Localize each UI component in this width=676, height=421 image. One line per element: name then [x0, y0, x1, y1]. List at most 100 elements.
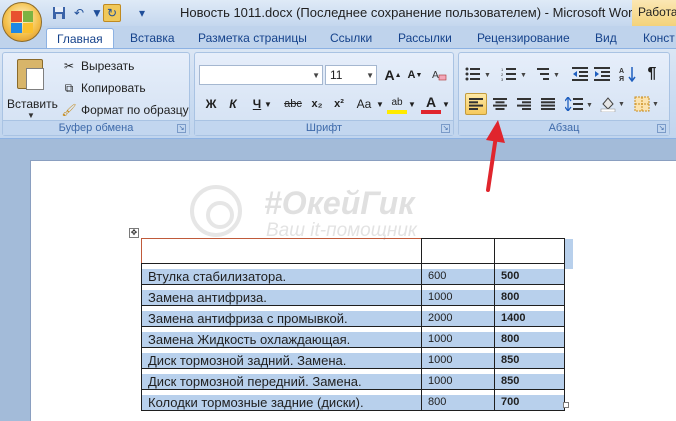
clipboard-launcher-icon[interactable]: ↘ [177, 124, 186, 133]
table-cell[interactable]: 1000 [421, 284, 495, 306]
tab-design[interactable]: Конст [643, 28, 675, 48]
table-cell[interactable]: 800 [421, 389, 495, 411]
paste-label: Вставить [7, 97, 58, 111]
tab-mailings[interactable]: Рассылки [398, 28, 452, 48]
office-button[interactable] [2, 2, 42, 42]
repeat-icon[interactable]: ↻ [103, 4, 121, 22]
cell-qty: 1000 [422, 332, 494, 347]
change-case-dropdown-icon[interactable]: ▼ [375, 94, 385, 114]
shrink-font-label: A [407, 69, 416, 81]
bold-button[interactable]: Ж [201, 94, 221, 114]
align-left-icon [469, 98, 483, 110]
underline-dropdown-icon[interactable]: ▼ [263, 94, 273, 114]
table-cell[interactable]: 1000 [421, 368, 495, 390]
paragraph-launcher-icon[interactable]: ↘ [657, 124, 666, 133]
svg-text:▼: ▼ [484, 72, 491, 79]
paste-button[interactable]: Вставить ▼ [7, 57, 58, 120]
table-cell[interactable]: Замена Жидкость охлаждающая. [141, 326, 422, 348]
table-cell[interactable] [494, 238, 565, 264]
svg-text:Я: Я [619, 76, 624, 82]
numbering-icon[interactable]: 1 2 3 ▼ [499, 63, 531, 85]
change-case-button[interactable]: Aa [353, 94, 375, 114]
superscript-button[interactable]: x² [329, 94, 349, 114]
font-group-label: Шрифт [195, 120, 453, 135]
table-cell[interactable]: 1400 [494, 305, 565, 327]
chevron-down-icon: ▼ [312, 71, 320, 80]
table-cell[interactable]: 1000 [421, 347, 495, 369]
clear-format-icon[interactable]: A [429, 65, 449, 85]
subscript-button[interactable]: x₂ [307, 94, 327, 114]
brush-icon: 🖌 [61, 103, 77, 117]
table-cell[interactable]: Колодки тормозные задние (диски). [141, 389, 422, 411]
cell-price: 500 [495, 269, 564, 284]
tab-home[interactable]: Главная [46, 28, 114, 48]
table-cell[interactable]: Диск тормозной передний. Замена. [141, 368, 422, 390]
grow-font-button[interactable]: A ▲ [383, 65, 403, 85]
shading-icon[interactable]: ▼ [599, 93, 629, 115]
cell-price: 700 [495, 395, 564, 410]
end-of-row-marker [564, 239, 573, 269]
price-table[interactable]: Втулка стабилизатора. 600 500 Замена ант… [141, 238, 565, 411]
table-row: Диск тормозной задний. Замена. 1000 850 [141, 347, 565, 369]
table-cell[interactable]: Замена антифриза. [141, 284, 422, 306]
font-name-combo[interactable]: ▼ [199, 65, 323, 85]
tab-insert[interactable]: Вставка [130, 28, 175, 48]
increase-indent-icon[interactable] [591, 63, 613, 85]
table-cell[interactable]: 500 [494, 263, 565, 285]
table-cell[interactable]: 800 [494, 326, 565, 348]
undo-icon[interactable]: ↶ [70, 4, 88, 22]
pilcrow-icon[interactable]: ¶ [641, 63, 663, 85]
table-cell[interactable]: 800 [494, 284, 565, 306]
format-painter-button[interactable]: 🖌 Формат по образцу [61, 101, 188, 119]
borders-icon[interactable]: ▼ [633, 93, 663, 115]
table-move-handle-icon[interactable]: ✥ [129, 228, 139, 238]
title-bar: ↶ ▼ ↻ ▾ Новость 1011.docx (Последнее сох… [0, 0, 676, 42]
table-row [141, 238, 565, 264]
bullets-icon[interactable]: ▼ [463, 63, 495, 85]
tab-review[interactable]: Рецензирование [477, 28, 570, 48]
table-cell[interactable]: Втулка стабилизатора. [141, 263, 422, 285]
table-cell[interactable]: 2000 [421, 305, 495, 327]
tab-page-layout[interactable]: Разметка страницы [198, 28, 307, 48]
context-tab[interactable]: Работа [632, 0, 676, 26]
sort-icon[interactable]: AЯ [617, 63, 639, 85]
customize-qat-icon[interactable]: ▾ [133, 4, 151, 22]
watermark: #ОкейГик Ваш it-помощник [190, 185, 460, 245]
italic-button[interactable]: К [223, 94, 243, 114]
table-cell[interactable] [421, 238, 495, 264]
font-size-combo[interactable]: 11 ▼ [325, 65, 377, 85]
table-cell[interactable]: 850 [494, 347, 565, 369]
justify-button[interactable] [537, 93, 559, 115]
table-cell[interactable]: 1000 [421, 326, 495, 348]
tab-references[interactable]: Ссылки [330, 28, 372, 48]
multilevel-list-icon[interactable]: ▼ [535, 63, 565, 85]
font-launcher-icon[interactable]: ↘ [441, 124, 450, 133]
table-row: Колодки тормозные задние (диски). 800 70… [141, 389, 565, 411]
copy-button[interactable]: ⧉ Копировать [61, 79, 146, 97]
tab-view[interactable]: Вид [595, 28, 617, 48]
font-color-button[interactable]: A [421, 94, 441, 114]
table-cell[interactable] [141, 238, 422, 264]
highlight-button[interactable]: ab [387, 94, 407, 114]
table-cell[interactable]: Диск тормозной задний. Замена. [141, 347, 422, 369]
table-cell[interactable]: 850 [494, 368, 565, 390]
font-color-dropdown-icon[interactable]: ▼ [441, 94, 451, 114]
decrease-indent-icon[interactable] [569, 63, 591, 85]
table-cell[interactable]: Замена антифриза с промывкой. [141, 305, 422, 327]
table-cell[interactable]: 700 [494, 389, 565, 411]
table-row: Замена Жидкость охлаждающая. 1000 800 [141, 326, 565, 348]
strikethrough-button[interactable]: abc [281, 94, 305, 114]
table-resize-handle[interactable] [563, 402, 569, 408]
highlight-dropdown-icon[interactable]: ▼ [407, 94, 417, 114]
cell-price: 850 [495, 374, 564, 389]
table-cell[interactable]: 600 [421, 263, 495, 285]
cell-name: Втулка стабилизатора. [142, 269, 421, 284]
line-spacing-icon[interactable]: ▼ [563, 93, 595, 115]
shrink-font-button[interactable]: A ▼ [405, 65, 425, 85]
save-icon[interactable] [50, 4, 68, 22]
cell-qty: 800 [422, 395, 494, 410]
paste-dropdown-icon[interactable]: ▼ [27, 111, 35, 120]
cut-button[interactable]: ✂ Вырезать [61, 57, 134, 75]
table-row: Диск тормозной передний. Замена. 1000 85… [141, 368, 565, 390]
watermark-logo-icon [190, 185, 242, 237]
